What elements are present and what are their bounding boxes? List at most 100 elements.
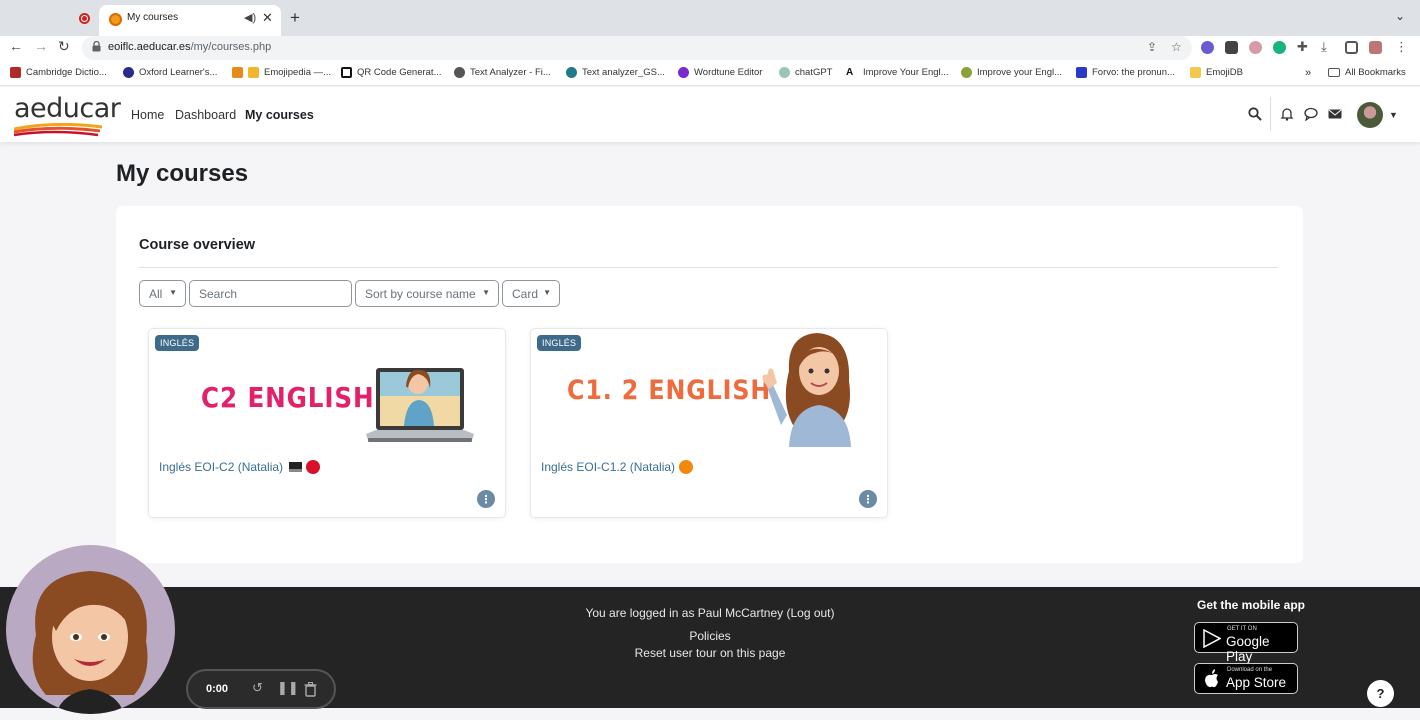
course-name-link[interactable]: Inglés EOI-C2 (Natalia) bbox=[159, 460, 321, 474]
google-play-button[interactable]: GET IT ON Google Play bbox=[1194, 622, 1298, 664]
bookmark-item[interactable]: QR Code Generat... bbox=[341, 67, 441, 78]
extension-pink-icon[interactable] bbox=[1249, 41, 1262, 54]
orange-circle-emoji-icon bbox=[679, 460, 694, 474]
bookmark-item[interactable]: Wordtune Editor bbox=[678, 67, 762, 78]
close-tab-icon[interactable]: ✕ bbox=[262, 10, 273, 26]
cambridge-icon bbox=[10, 67, 21, 78]
nav-my-courses[interactable]: My courses bbox=[245, 108, 314, 122]
bookmark-item[interactable]: Cambridge Dictio... bbox=[10, 67, 107, 78]
get-mobile-app-heading: Get the mobile app bbox=[1197, 598, 1306, 612]
nav-home[interactable]: Home bbox=[131, 108, 164, 122]
download-icon[interactable]: ⤓ bbox=[1321, 39, 1334, 54]
bookmark-label: Wordtune Editor bbox=[694, 67, 763, 78]
qr-code-icon bbox=[341, 67, 352, 78]
search-icon[interactable] bbox=[1248, 107, 1262, 121]
help-button[interactable]: ? bbox=[1367, 680, 1394, 707]
lock-icon bbox=[92, 41, 101, 52]
delete-trash-icon[interactable] bbox=[304, 682, 317, 697]
webcam-bubble[interactable] bbox=[6, 545, 175, 714]
audio-playing-icon[interactable]: ◀) bbox=[244, 11, 256, 24]
tab-search-chevron-icon[interactable]: ⌄ bbox=[1395, 9, 1405, 23]
browser-menu-icon[interactable]: ⋮ bbox=[1395, 39, 1408, 54]
reload-icon[interactable]: ↻ bbox=[58, 38, 70, 55]
text-analyzer-icon bbox=[566, 67, 577, 78]
site-favicon-icon bbox=[109, 13, 122, 26]
app-store-label: App Store bbox=[1226, 675, 1287, 690]
forvo-icon bbox=[1076, 67, 1087, 78]
bookmark-item[interactable]: Text analyzer_GS... bbox=[566, 67, 665, 78]
view-mode-dropdown[interactable]: Card ▼ bbox=[502, 280, 560, 307]
bookmark-item[interactable]: Forvo: the pronun... bbox=[1076, 67, 1175, 78]
bookmark-label: Improve your Engl... bbox=[977, 67, 1063, 78]
search-input[interactable]: Search bbox=[189, 280, 352, 307]
course-options-menu-icon[interactable]: ⋮ bbox=[859, 490, 877, 508]
bookmark-item[interactable]: Emojipedia —... bbox=[232, 67, 331, 78]
pause-icon[interactable]: ❚❚ bbox=[277, 680, 299, 696]
grouping-filter-dropdown[interactable]: All ▼ bbox=[139, 280, 186, 307]
share-icon[interactable]: ⇪ bbox=[1147, 40, 1157, 54]
header-divider bbox=[1270, 97, 1271, 131]
course-card[interactable]: INGLÉS C1. 2 ENGLISH Inglés EOI-C1.2 (Na… bbox=[530, 328, 888, 518]
bookmark-item[interactable]: EmojiDB bbox=[1190, 67, 1243, 78]
recording-tab-icon[interactable] bbox=[79, 13, 90, 24]
bookmark-item[interactable]: Text Analyzer - Fi... bbox=[454, 67, 551, 78]
bookmark-item[interactable]: A Improve Your Engl... bbox=[846, 67, 949, 78]
folder-icon bbox=[1190, 67, 1201, 78]
all-bookmarks-button[interactable]: All Bookmarks bbox=[1328, 67, 1406, 78]
browser-tab-strip: My courses ◀) ✕ + ⌄ bbox=[0, 0, 1420, 36]
oxford-icon bbox=[123, 67, 134, 78]
course-overview-block: Course overview All ▼ Search Sort by cour… bbox=[116, 206, 1303, 563]
presenter-avatar-icon bbox=[32, 571, 148, 714]
bookmark-item[interactable]: Improve your Engl... bbox=[961, 67, 1062, 78]
wordtune-icon bbox=[678, 67, 689, 78]
mail-envelope-icon[interactable] bbox=[1328, 107, 1342, 121]
red-circle-emoji-icon bbox=[306, 460, 321, 474]
logo-swoosh-icon bbox=[14, 123, 102, 137]
restart-icon[interactable]: ↺ bbox=[252, 680, 263, 696]
bookmark-label: EmojiDB bbox=[1206, 67, 1243, 78]
course-card[interactable]: INGLÉS C2 ENGLISH Inglés EOI-C2 (Natalia… bbox=[148, 328, 506, 518]
user-avatar[interactable] bbox=[1357, 102, 1383, 128]
apple-icon bbox=[1205, 669, 1218, 688]
back-arrow-icon[interactable]: ← bbox=[9, 38, 23, 54]
bookmark-item[interactable]: Oxford Learner's... bbox=[123, 67, 217, 78]
messages-bubble-icon[interactable] bbox=[1304, 107, 1318, 121]
chevron-down-icon: ▼ bbox=[169, 288, 177, 297]
user-menu-chevron-icon[interactable]: ▼ bbox=[1389, 110, 1398, 120]
more-bookmarks-button[interactable]: » bbox=[1305, 67, 1311, 79]
bookmark-label: Text Analyzer - Fi... bbox=[470, 67, 551, 78]
app-store-button[interactable]: Download on the App Store bbox=[1194, 663, 1298, 694]
forward-arrow-icon[interactable]: → bbox=[34, 38, 48, 54]
logo-text: aeducar bbox=[14, 93, 121, 124]
bookmark-star-icon[interactable]: ☆ bbox=[1171, 40, 1182, 54]
nav-dashboard[interactable]: Dashboard bbox=[175, 108, 236, 122]
course-name-link[interactable]: Inglés EOI-C1.2 (Natalia) bbox=[541, 460, 694, 474]
side-panel-icon[interactable] bbox=[1345, 41, 1358, 54]
bookmark-label: Improve Your Engl... bbox=[863, 67, 949, 78]
site-logo[interactable]: aeducar bbox=[14, 93, 121, 137]
grammarly-icon[interactable] bbox=[1273, 41, 1286, 54]
notification-bell-icon[interactable] bbox=[1280, 107, 1294, 121]
globe-icon bbox=[454, 67, 465, 78]
sort-dropdown[interactable]: Sort by course name ▼ bbox=[355, 280, 499, 307]
bookmark-item[interactable]: chatGPT bbox=[779, 67, 833, 78]
laptop-illustration-icon bbox=[366, 368, 474, 442]
google-play-caption: GET IT ON bbox=[1227, 626, 1257, 632]
bookmark-label: QR Code Generat... bbox=[357, 67, 442, 78]
all-bookmarks-label: All Bookmarks bbox=[1345, 67, 1406, 78]
bookmark-label: Emojipedia —... bbox=[264, 67, 332, 78]
new-tab-button[interactable]: + bbox=[290, 8, 300, 28]
address-bar[interactable]: eoiflc.aeducar.es/my/courses.php ⇪ ☆ bbox=[82, 36, 1192, 60]
browser-tab-my-courses[interactable]: My courses ◀) ✕ bbox=[99, 5, 281, 36]
extension-sparkle-icon[interactable] bbox=[1201, 41, 1214, 54]
extensions-puzzle-icon[interactable]: ✚ bbox=[1297, 39, 1310, 54]
browser-toolbar: ← → ↻ eoiflc.aeducar.es/my/courses.php ⇪… bbox=[0, 36, 1420, 62]
profile-icon[interactable] bbox=[1369, 41, 1382, 54]
laptop-emoji-icon bbox=[289, 462, 303, 472]
link-icon bbox=[961, 67, 972, 78]
extension-record-icon[interactable] bbox=[1225, 41, 1238, 54]
sort-label: Sort by course name bbox=[365, 286, 476, 301]
course-options-menu-icon[interactable]: ⋮ bbox=[477, 490, 495, 508]
page-title: My courses bbox=[116, 160, 249, 187]
chevron-down-icon: ▼ bbox=[482, 288, 490, 297]
